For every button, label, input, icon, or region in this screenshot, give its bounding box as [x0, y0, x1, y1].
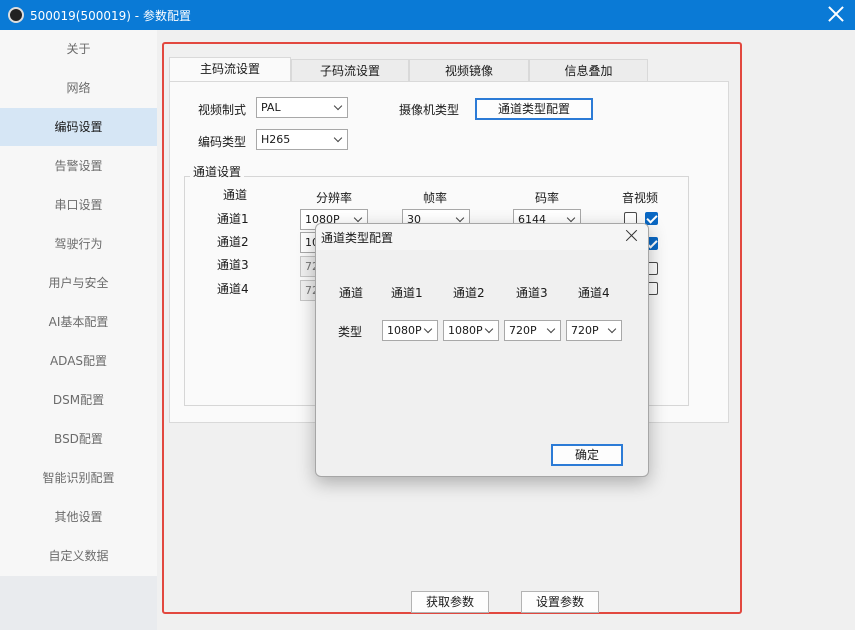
- dialog-ch4-type-select[interactable]: 720P: [566, 320, 622, 341]
- chevron-down-icon: [455, 213, 465, 223]
- window-close-button[interactable]: [825, 3, 847, 25]
- tab-main-stream[interactable]: 主码流设置: [169, 57, 291, 82]
- sidebar-item-bsd[interactable]: BSD配置: [0, 420, 157, 458]
- dialog-type-label: 类型: [338, 325, 363, 339]
- sidebar-item-user-security[interactable]: 用户与安全: [0, 264, 157, 302]
- window-titlebar: 500019(500019) - 参数配置: [0, 0, 855, 30]
- tab-info-overlay[interactable]: 信息叠加: [529, 59, 648, 82]
- channel-settings-title: 通道设置: [190, 163, 245, 180]
- sidebar-item-ai-basic[interactable]: AI基本配置: [0, 303, 157, 341]
- dialog-ok-button[interactable]: 确定: [551, 444, 623, 466]
- window-title: 500019(500019) - 参数配置: [30, 9, 191, 23]
- chevron-down-icon: [333, 101, 343, 111]
- dialog-title: 通道类型配置: [321, 231, 394, 245]
- set-params-button[interactable]: 设置参数: [521, 591, 599, 613]
- sidebar-item-dsm[interactable]: DSM配置: [0, 381, 157, 419]
- sidebar-item-alarm[interactable]: 告警设置: [0, 147, 157, 185]
- row-channel-3: 通道3: [217, 258, 249, 272]
- dialog-titlebar: 通道类型配置: [316, 224, 648, 250]
- col-audio-video: 音视频: [622, 191, 659, 205]
- encode-type-label: 编码类型: [198, 135, 247, 149]
- tab-video-mirror[interactable]: 视频镜像: [409, 59, 529, 82]
- get-params-button[interactable]: 获取参数: [411, 591, 489, 613]
- dialog-ch2-type-select[interactable]: 1080P: [443, 320, 499, 341]
- app-logo-icon: [8, 7, 24, 23]
- sidebar-item-other[interactable]: 其他设置: [0, 498, 157, 536]
- sidebar-item-encoding[interactable]: 编码设置: [0, 108, 157, 146]
- chevron-down-icon: [607, 324, 617, 334]
- col-framerate: 帧率: [423, 191, 448, 205]
- col-bitrate: 码率: [535, 191, 560, 205]
- sidebar-item-adas[interactable]: ADAS配置: [0, 342, 157, 380]
- row-channel-4: 通道4: [217, 282, 249, 296]
- sidebar-item-driving[interactable]: 驾驶行为: [0, 225, 157, 263]
- sidebar-item-network[interactable]: 网络: [0, 69, 157, 107]
- row-channel-1: 通道1: [217, 212, 249, 226]
- row-channel-2: 通道2: [217, 235, 249, 249]
- chevron-down-icon: [484, 324, 494, 334]
- sidebar-item-smart-recognition[interactable]: 智能识别配置: [0, 459, 157, 497]
- video-format-label: 视频制式: [198, 103, 247, 117]
- encode-type-select[interactable]: H265: [256, 129, 348, 150]
- chevron-down-icon: [546, 324, 556, 334]
- dialog-header-channel-2: 通道2: [453, 286, 485, 300]
- col-resolution: 分辨率: [316, 191, 353, 205]
- tab-sub-stream[interactable]: 子码流设置: [291, 59, 409, 82]
- dialog-close-button[interactable]: [624, 228, 640, 244]
- sidebar-items: 关于 网络 编码设置 告警设置 串口设置 驾驶行为 用户与安全 AI基本配置 A…: [0, 30, 157, 576]
- video-format-select[interactable]: PAL: [256, 97, 348, 118]
- channel-type-config-button[interactable]: 通道类型配置: [475, 98, 593, 120]
- dialog-header-channel: 通道: [339, 286, 364, 300]
- sidebar-item-serial[interactable]: 串口设置: [0, 186, 157, 224]
- chevron-down-icon: [333, 133, 343, 143]
- dialog-ch3-type-select[interactable]: 720P: [504, 320, 561, 341]
- dialog-ch1-type-select[interactable]: 1080P: [382, 320, 438, 341]
- col-channel: 通道: [223, 188, 248, 202]
- channel-type-dialog: 通道类型配置 通道 通道1 通道2 通道3 通道4 类型 1080P 1080P…: [315, 223, 649, 477]
- dialog-header-channel-3: 通道3: [516, 286, 548, 300]
- dialog-header-channel-4: 通道4: [578, 286, 610, 300]
- sidebar-item-about[interactable]: 关于: [0, 30, 157, 68]
- camera-type-label: 摄像机类型: [399, 103, 460, 117]
- chevron-down-icon: [566, 213, 576, 223]
- sidebar-item-custom-data[interactable]: 自定义数据: [0, 537, 157, 575]
- dialog-header-channel-1: 通道1: [391, 286, 423, 300]
- sidebar: 关于 网络 编码设置 告警设置 串口设置 驾驶行为 用户与安全 AI基本配置 A…: [0, 30, 157, 630]
- chevron-down-icon: [353, 213, 363, 223]
- chevron-down-icon: [423, 324, 433, 334]
